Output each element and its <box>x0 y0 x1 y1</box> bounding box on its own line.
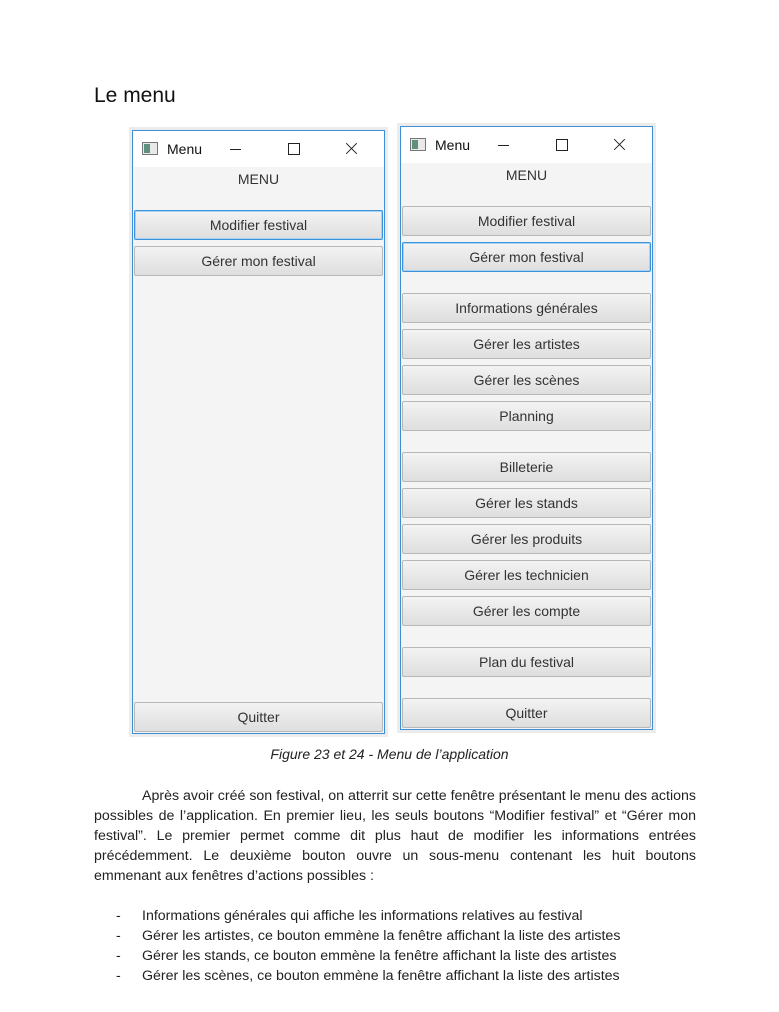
app-window-icon <box>410 138 426 151</box>
close-icon[interactable] <box>609 134 631 156</box>
gerer-mon-festival-button[interactable]: Gérer mon festival <box>134 246 383 276</box>
billeterie-button[interactable]: Billeterie <box>402 452 651 482</box>
minimize-icon[interactable] <box>225 138 247 160</box>
minimize-icon[interactable] <box>493 134 515 156</box>
bullet-dash: - <box>116 928 121 944</box>
title-bar[interactable]: Menu <box>133 131 384 167</box>
list-item-text: Informations générales qui affiche les i… <box>142 908 583 924</box>
list-item-text: Gérer les scènes, ce bouton emmène la fe… <box>142 968 620 984</box>
plan-du-festival-button[interactable]: Plan du festival <box>402 647 651 677</box>
title-bar[interactable]: Menu <box>401 127 652 163</box>
bullet-list: - Informations générales qui affiche les … <box>94 906 714 986</box>
body-paragraph: Après avoir créé son festival, on atterr… <box>94 788 696 884</box>
quitter-button[interactable]: Quitter <box>402 698 651 728</box>
list-item-text: Gérer les stands, ce bouton emmène la fe… <box>142 948 617 964</box>
gerer-scenes-button[interactable]: Gérer les scènes <box>402 365 651 395</box>
bullet-dash: - <box>116 968 121 984</box>
gerer-stands-button[interactable]: Gérer les stands <box>402 488 651 518</box>
menu-window-collapsed: Menu MENU Modifier festival Gérer mon fe… <box>132 130 385 734</box>
gerer-technicien-button[interactable]: Gérer les technicien <box>402 560 651 590</box>
quitter-button[interactable]: Quitter <box>134 702 383 732</box>
maximize-icon[interactable] <box>551 134 573 156</box>
close-icon[interactable] <box>341 138 363 160</box>
menu-label: MENU <box>237 171 280 187</box>
window-title: Menu <box>167 141 203 157</box>
list-item: - Gérer les artistes, ce bouton emmène la… <box>94 926 714 946</box>
modifier-festival-button[interactable]: Modifier festival <box>402 206 651 236</box>
modifier-festival-button[interactable]: Modifier festival <box>134 210 383 240</box>
app-window-icon <box>142 142 158 155</box>
list-item-text: Gérer les artistes, ce bouton emmène la … <box>142 928 621 944</box>
planning-button[interactable]: Planning <box>402 401 651 431</box>
section-heading: Le menu <box>94 84 176 107</box>
gerer-mon-festival-button[interactable]: Gérer mon festival <box>402 242 651 272</box>
bullet-dash: - <box>116 908 121 924</box>
menu-label: MENU <box>505 167 548 183</box>
menu-window-expanded: Menu MENU Modifier festival Gérer mon fe… <box>400 126 653 730</box>
list-item: - Gérer les scènes, ce bouton emmène la f… <box>94 966 714 986</box>
gerer-produits-button[interactable]: Gérer les produits <box>402 524 651 554</box>
figure-caption: Figure 23 et 24 - Menu de l’application <box>270 746 509 762</box>
list-item: - Informations générales qui affiche les … <box>94 906 714 926</box>
maximize-icon[interactable] <box>283 138 305 160</box>
bullet-dash: - <box>116 948 121 964</box>
gerer-artistes-button[interactable]: Gérer les artistes <box>402 329 651 359</box>
informations-generales-button[interactable]: Informations générales <box>402 293 651 323</box>
gerer-compte-button[interactable]: Gérer les compte <box>402 596 651 626</box>
list-item: - Gérer les stands, ce bouton emmène la f… <box>94 946 714 966</box>
window-title: Menu <box>435 137 471 153</box>
